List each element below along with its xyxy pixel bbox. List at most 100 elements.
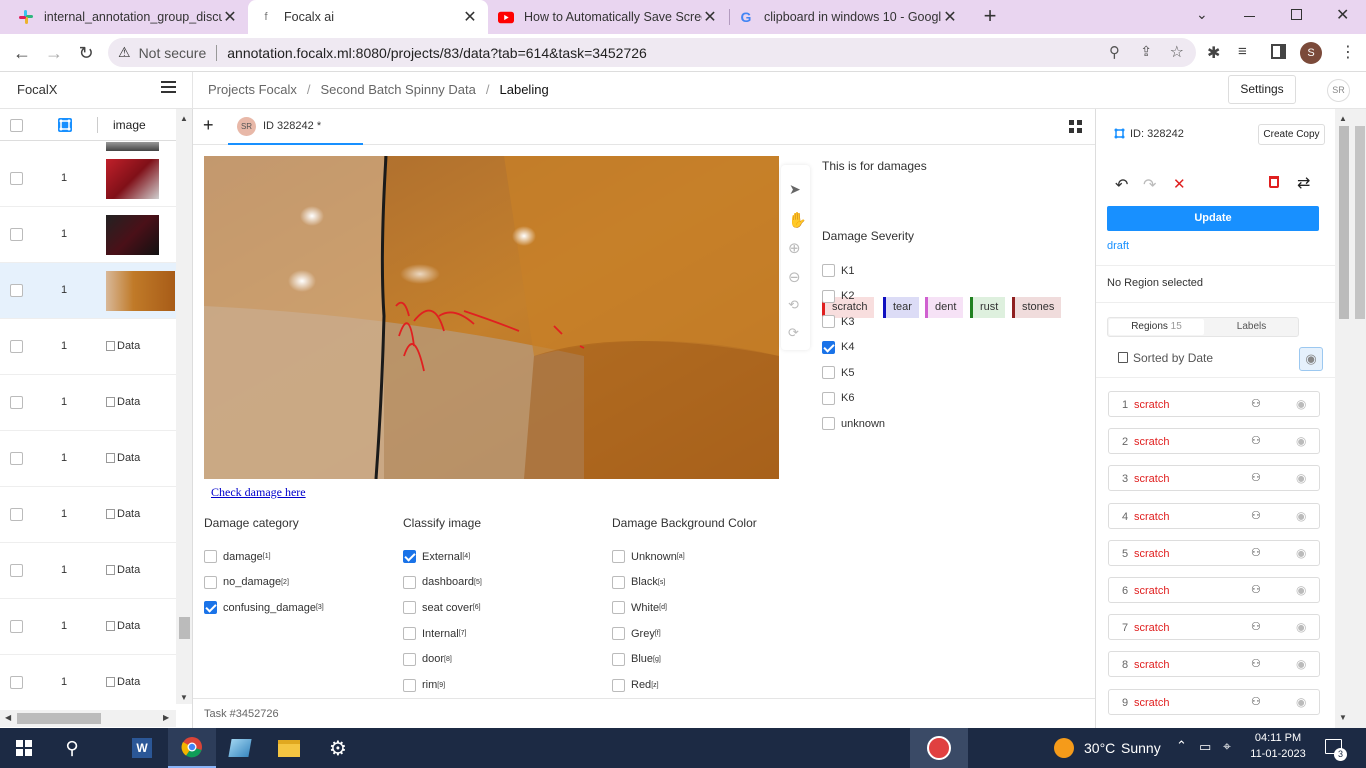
- hamburger-icon[interactable]: [161, 81, 176, 83]
- rotate-right-icon[interactable]: ⟳: [788, 325, 799, 341]
- broken-image-thumbnail[interactable]: Data: [106, 564, 140, 576]
- scroll-right-icon[interactable]: ▶: [163, 713, 169, 722]
- scroll-down-icon[interactable]: ▼: [1339, 713, 1347, 722]
- address-bar[interactable]: ⚠ Not secure annotation.focalx.ml:8080/p…: [108, 38, 1196, 67]
- media-icon[interactable]: ≡: [1238, 43, 1247, 60]
- search-icon[interactable]: ⚲: [48, 728, 96, 768]
- damage-tag-dent[interactable]: dent: [925, 297, 964, 318]
- list-item[interactable]: 1: [0, 151, 176, 207]
- scroll-up-icon[interactable]: ▲: [180, 114, 188, 123]
- list-item[interactable]: 1 Data: [0, 655, 176, 711]
- scroll-down-icon[interactable]: ▼: [180, 693, 188, 702]
- thumbnail-partial[interactable]: [106, 142, 159, 151]
- option-checkbox[interactable]: [403, 601, 416, 615]
- broken-image-thumbnail[interactable]: Data: [106, 508, 140, 520]
- broken-image-thumbnail[interactable]: Data: [106, 676, 140, 688]
- extensions-icon[interactable]: ✱: [1207, 43, 1220, 63]
- image-thumbnail[interactable]: [106, 215, 159, 255]
- region-item[interactable]: 9 scratch ⚇ ◉: [1108, 688, 1320, 715]
- clock-date[interactable]: 11-01-2023: [1247, 748, 1309, 760]
- scroll-left-icon[interactable]: ◀: [5, 713, 11, 722]
- scrollbar-thumb[interactable]: [17, 713, 101, 724]
- option-unknown[interactable]: Unknown [a]: [612, 550, 685, 563]
- sidepanel-icon[interactable]: [1271, 44, 1286, 59]
- row-checkbox[interactable]: [10, 396, 23, 409]
- damage-tag-stones[interactable]: stones: [1012, 297, 1062, 318]
- page-scrollbar[interactable]: [1352, 109, 1366, 728]
- region-item[interactable]: 7 scratch ⚇ ◉: [1108, 614, 1320, 641]
- tab-search-chevron-icon[interactable]: ⌄: [1196, 6, 1208, 23]
- create-copy-button[interactable]: Create Copy: [1258, 124, 1325, 145]
- list-item[interactable]: 1 Data: [0, 599, 176, 655]
- breadcrumb-projects[interactable]: Projects Focalx: [208, 82, 297, 97]
- broken-image-thumbnail[interactable]: Data: [106, 620, 140, 632]
- word-icon[interactable]: W: [118, 728, 166, 768]
- option-unknown[interactable]: unknown: [822, 417, 885, 430]
- breadcrumb-project-name[interactable]: Second Batch Spinny Data: [321, 82, 476, 97]
- row-checkbox[interactable]: [10, 564, 23, 577]
- rotate-left-icon[interactable]: ⟲: [788, 297, 799, 313]
- select-all-checkbox[interactable]: [10, 119, 23, 132]
- option-checkbox[interactable]: [612, 575, 625, 589]
- redo-icon[interactable]: ↷: [1143, 175, 1156, 195]
- eye-toggle-icon[interactable]: ◉: [1299, 347, 1323, 371]
- back-arrow-icon[interactable]: ←: [10, 41, 34, 65]
- option-k6[interactable]: K6: [822, 391, 854, 405]
- region-eye-icon[interactable]: ◉: [1296, 620, 1306, 634]
- network-icon[interactable]: ⌖: [1223, 738, 1231, 755]
- region-eye-icon[interactable]: ◉: [1296, 397, 1306, 411]
- pinned-app-icon[interactable]: [910, 728, 968, 768]
- option-checkbox[interactable]: [612, 678, 625, 692]
- region-item[interactable]: 1 scratch ⚇ ◉: [1108, 391, 1320, 417]
- option-blue[interactable]: Blue [g]: [612, 652, 661, 666]
- zoom-in-icon[interactable]: ⊕: [788, 239, 801, 257]
- forward-arrow-icon[interactable]: →: [42, 41, 66, 65]
- browser-tab-youtube[interactable]: How to Automatically Save Scree ✕: [488, 0, 728, 34]
- reload-icon[interactable]: ↻: [74, 41, 98, 65]
- list-item[interactable]: 1 Data: [0, 319, 176, 375]
- row-checkbox[interactable]: [10, 676, 23, 689]
- close-icon[interactable]: ✕: [462, 7, 478, 27]
- annotation-image[interactable]: [204, 156, 779, 479]
- list-item[interactable]: 1 Data: [0, 431, 176, 487]
- tab-regions[interactable]: Regions 15: [1109, 319, 1204, 335]
- weather-temp[interactable]: 30°C: [1084, 740, 1115, 756]
- region-item[interactable]: 8 scratch ⚇ ◉: [1108, 651, 1320, 678]
- option-checkbox[interactable]: [822, 366, 835, 379]
- pointer-icon[interactable]: ➤: [789, 181, 801, 198]
- region-eye-icon[interactable]: ◉: [1296, 471, 1306, 485]
- scrollbar-thumb[interactable]: [1339, 126, 1349, 319]
- option-k1[interactable]: K1: [822, 264, 854, 277]
- option-checkbox[interactable]: [403, 575, 416, 589]
- region-eye-icon[interactable]: ◉: [1296, 509, 1306, 523]
- region-eye-icon[interactable]: ◉: [1296, 583, 1306, 597]
- restore-icon[interactable]: [1291, 9, 1302, 20]
- row-checkbox[interactable]: [10, 508, 23, 521]
- scrollbar-thumb[interactable]: [179, 617, 190, 639]
- weather-sun-icon[interactable]: [1054, 738, 1074, 758]
- hand-icon[interactable]: ✋: [788, 211, 807, 229]
- broken-image-thumbnail[interactable]: Data: [106, 452, 140, 464]
- damage-tag-rust[interactable]: rust: [970, 297, 1006, 318]
- sorted-by-label[interactable]: Sorted by Date: [1133, 351, 1213, 365]
- star-icon[interactable]: ☆: [1170, 42, 1184, 62]
- battery-icon[interactable]: ▭: [1199, 739, 1211, 755]
- row-checkbox[interactable]: [10, 284, 23, 297]
- close-icon[interactable]: ✕: [942, 7, 958, 27]
- menu-kebab-icon[interactable]: ⋮: [1340, 42, 1356, 62]
- tab-annotation[interactable]: SR ID 328242 *: [228, 109, 363, 145]
- browser-tab-slack[interactable]: internal_annotation_group_discu ✕: [8, 0, 248, 34]
- close-icon[interactable]: ✕: [702, 7, 718, 27]
- row-checkbox[interactable]: [10, 228, 23, 241]
- option-checkbox[interactable]: [822, 289, 835, 303]
- row-checkbox[interactable]: [10, 172, 23, 185]
- option-k2[interactable]: K2: [822, 289, 854, 303]
- row-checkbox[interactable]: [10, 452, 23, 465]
- profile-avatar[interactable]: S: [1300, 42, 1322, 64]
- scrollbar-thumb[interactable]: [1355, 126, 1365, 319]
- damage-tag-tear[interactable]: tear: [883, 297, 919, 318]
- option-grey[interactable]: Grey [f]: [612, 627, 661, 641]
- list-item[interactable]: 1 Data: [0, 543, 176, 599]
- tab-labels[interactable]: Labels: [1204, 319, 1299, 335]
- clock-time[interactable]: 04:11 PM: [1253, 732, 1303, 744]
